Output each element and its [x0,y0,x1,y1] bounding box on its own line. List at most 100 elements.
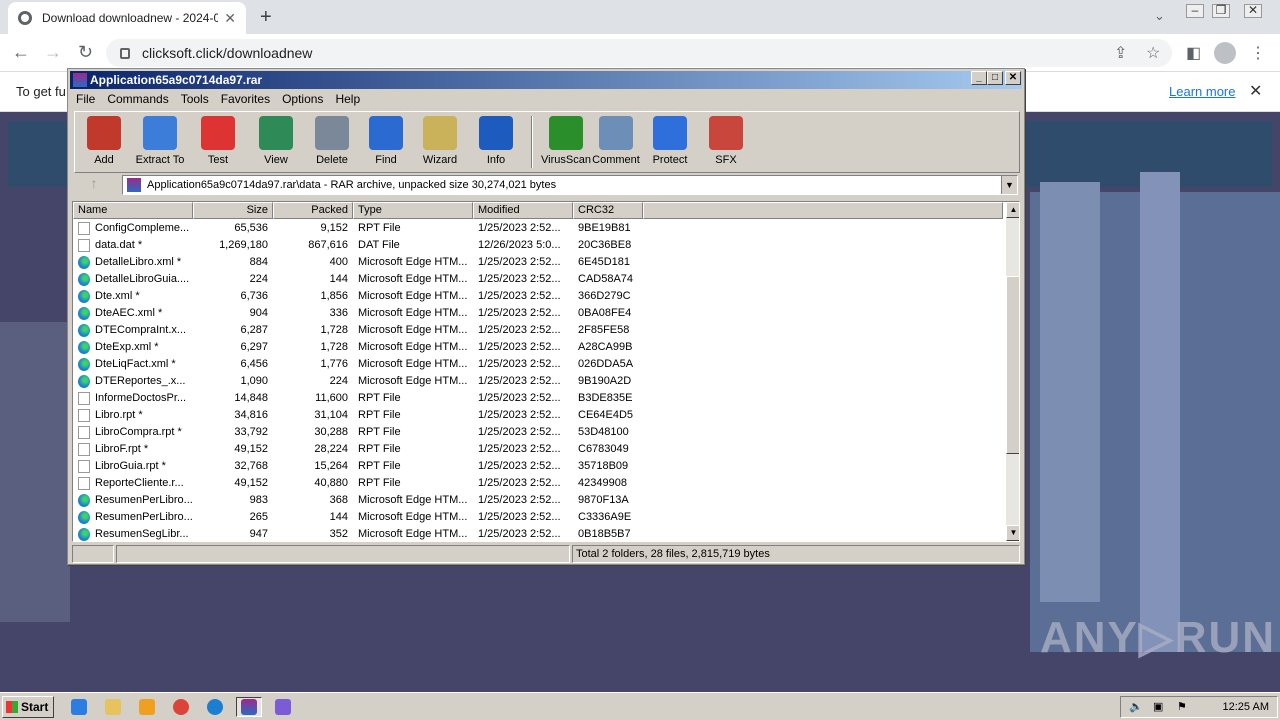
column-header-packed[interactable]: Packed [273,202,353,219]
table-row[interactable]: DteExp.xml * 6,297 1,728 Microsoft Edge HTM… [73,339,1003,356]
vertical-scrollbar[interactable]: ▲ ▼ [1006,202,1019,541]
cell-type: Microsoft Edge HTM... [358,494,468,506]
file-name: DTECompraInt.x... [95,324,187,336]
anyrun-taskbar-icon[interactable] [270,697,296,717]
menu-item-help[interactable]: Help [329,92,366,106]
info-bar-close-icon[interactable]: ✕ [1249,81,1262,101]
table-row[interactable]: DteAEC.xml * 904 336 Microsoft Edge HTM... 1… [73,305,1003,322]
table-row[interactable]: DTECompraInt.x... 6,287 1,728 Microsoft Edg… [73,322,1003,339]
tab-search-icon[interactable]: ⌄ [1154,8,1165,24]
column-header-crc32[interactable]: CRC32 [573,202,643,219]
table-row[interactable]: LibroGuia.rpt * 32,768 15,264 RPT File 1/25/… [73,458,1003,475]
winrar-titlebar[interactable]: Application65a9c0714da97.rar [70,71,1022,89]
table-row[interactable]: ResumenPerLibro... 983 368 Microsoft Edge H… [73,492,1003,509]
menu-item-options[interactable]: Options [276,92,329,106]
volume-icon[interactable]: 🔈 [1129,700,1143,713]
table-row[interactable]: DetalleLibroGuia.... 224 144 Microsoft Edge… [73,271,1003,288]
table-row[interactable]: DTEReportes_.x... 1,090 224 Microsoft Edge … [73,373,1003,390]
file-name: DetalleLibro.xml * [95,256,182,268]
menu-item-favorites[interactable]: Favorites [215,92,276,106]
table-row[interactable]: InformeDoctosPr... 14,848 11,600 RPT File 1/… [73,390,1003,407]
cell-name: ResumenSegLibr... [73,526,193,541]
tool-test-button[interactable]: Test [189,116,247,166]
table-row[interactable]: Libro.rpt * 34,816 31,104 RPT File 1/25/2023… [73,407,1003,424]
tool-comment-button[interactable]: Comment [587,116,645,166]
address-bar[interactable]: clicksoft.click/downloadnew [106,39,1172,67]
cell-packed: 336 [329,307,348,319]
tool-label: SFX [715,154,737,166]
cell-size: 6,287 [240,324,268,336]
network-icon[interactable]: ▣ [1153,700,1163,713]
column-header-name[interactable]: Name [73,202,193,219]
reload-icon[interactable]: ↻ [78,42,93,63]
path-field[interactable]: Application65a9c0714da97.rar\data - RAR … [122,175,1018,195]
minimize-icon[interactable]: – [1186,4,1204,18]
learn-more-link[interactable]: Learn more [1169,84,1235,99]
tool-protect-button[interactable]: Protect [641,116,699,166]
file-icon [78,409,90,422]
cell-crc: 6E45D181 [578,256,630,268]
tool-view-button[interactable]: View [247,116,305,166]
table-row[interactable]: LibroCompra.rpt * 33,792 30,288 RPT File 1/2… [73,424,1003,441]
tool-wizard-button[interactable]: Wizard [411,116,469,166]
dropdown-arrow-icon[interactable]: ▼ [1001,176,1017,194]
table-row[interactable]: ReporteCliente.r... 49,152 40,880 RPT File 1… [73,475,1003,492]
restore-icon[interactable]: ❐ [1212,4,1230,18]
cell-modified: 1/25/2023 2:52... [478,256,561,268]
scroll-up-icon[interactable]: ▲ [1006,202,1019,218]
cell-name: DTECompraInt.x... [73,322,193,339]
bookmark-star-icon[interactable]: ☆ [1146,43,1160,63]
tool-find-button[interactable]: Find [357,116,415,166]
table-row[interactable]: Dte.xml * 6,736 1,856 Microsoft Edge HTM...… [73,288,1003,305]
share-icon[interactable]: ⇪ [1114,43,1127,63]
tab-close-icon[interactable]: ✕ [224,10,236,27]
tool-add-button[interactable]: Add [75,116,133,166]
winrar-taskbar-icon[interactable] [236,697,262,717]
more-menu-icon[interactable]: ⋮ [1250,43,1266,63]
file-name: data.dat * [95,239,143,251]
start-button[interactable]: Start [2,696,54,718]
new-tab-button[interactable]: + [260,6,272,29]
minimize-icon[interactable]: _ [971,71,987,85]
close-icon[interactable]: ✕ [1005,71,1021,85]
tool-info-button[interactable]: Info [467,116,525,166]
explorer-icon[interactable] [100,697,126,717]
browser-tab[interactable]: Download downloadnew - 2024-01- ✕ [8,2,246,34]
ie-icon[interactable] [66,697,92,717]
up-folder-icon[interactable]: ↑ [74,175,114,195]
menu-item-tools[interactable]: Tools [175,92,215,106]
chrome-icon[interactable] [168,697,194,717]
tool-delete-button[interactable]: Delete [303,116,361,166]
scroll-down-icon[interactable]: ▼ [1006,525,1019,541]
edge-file-icon [78,273,90,286]
maximize-icon[interactable]: □ [987,71,1003,85]
forward-icon[interactable]: → [44,42,62,63]
table-row[interactable]: DetalleLibro.xml * 884 400 Microsoft Edge H… [73,254,1003,271]
table-row[interactable]: DteLiqFact.xml * 6,456 1,776 Microsoft Edge… [73,356,1003,373]
table-row[interactable]: ConfigCompleme... 65,536 9,152 RPT File 1/25… [73,220,1003,237]
side-panel-icon[interactable]: ◧ [1186,43,1201,63]
back-icon[interactable]: ← [12,42,30,63]
column-header-modified[interactable]: Modified [473,202,573,219]
column-header-size[interactable]: Size [193,202,273,219]
cell-type: Microsoft Edge HTM... [358,290,468,302]
table-row[interactable]: LibroF.rpt * 49,152 28,224 RPT File 1/25/202… [73,441,1003,458]
media-player-icon[interactable] [134,697,160,717]
table-row[interactable]: data.dat * 1,269,180 867,616 DAT File 12/26/… [73,237,1003,254]
cell-name: DteExp.xml * [73,339,193,356]
profile-avatar[interactable] [1214,42,1236,64]
cell-crc: 53D48100 [578,426,629,438]
scroll-thumb[interactable] [1006,276,1019,454]
menu-bar: File Commands Tools Favorites Options Help [70,89,366,109]
status-drive-icon[interactable] [72,545,114,563]
flag-icon[interactable]: ⚑ [1177,700,1187,713]
edge-icon[interactable] [202,697,228,717]
menu-item-commands[interactable]: Commands [101,92,174,106]
table-row[interactable]: ResumenPerLibro... 265 144 Microsoft Edge H… [73,509,1003,526]
close-window-icon[interactable]: ✕ [1244,4,1262,18]
table-row[interactable]: ResumenSegLibr... 947 352 Microsoft Edge HT… [73,526,1003,541]
tool-extract-to-button[interactable]: Extract To [131,116,189,166]
column-header-type[interactable]: Type [353,202,473,219]
menu-item-file[interactable]: File [70,92,101,106]
tool-sfx-button[interactable]: SFX [697,116,755,166]
